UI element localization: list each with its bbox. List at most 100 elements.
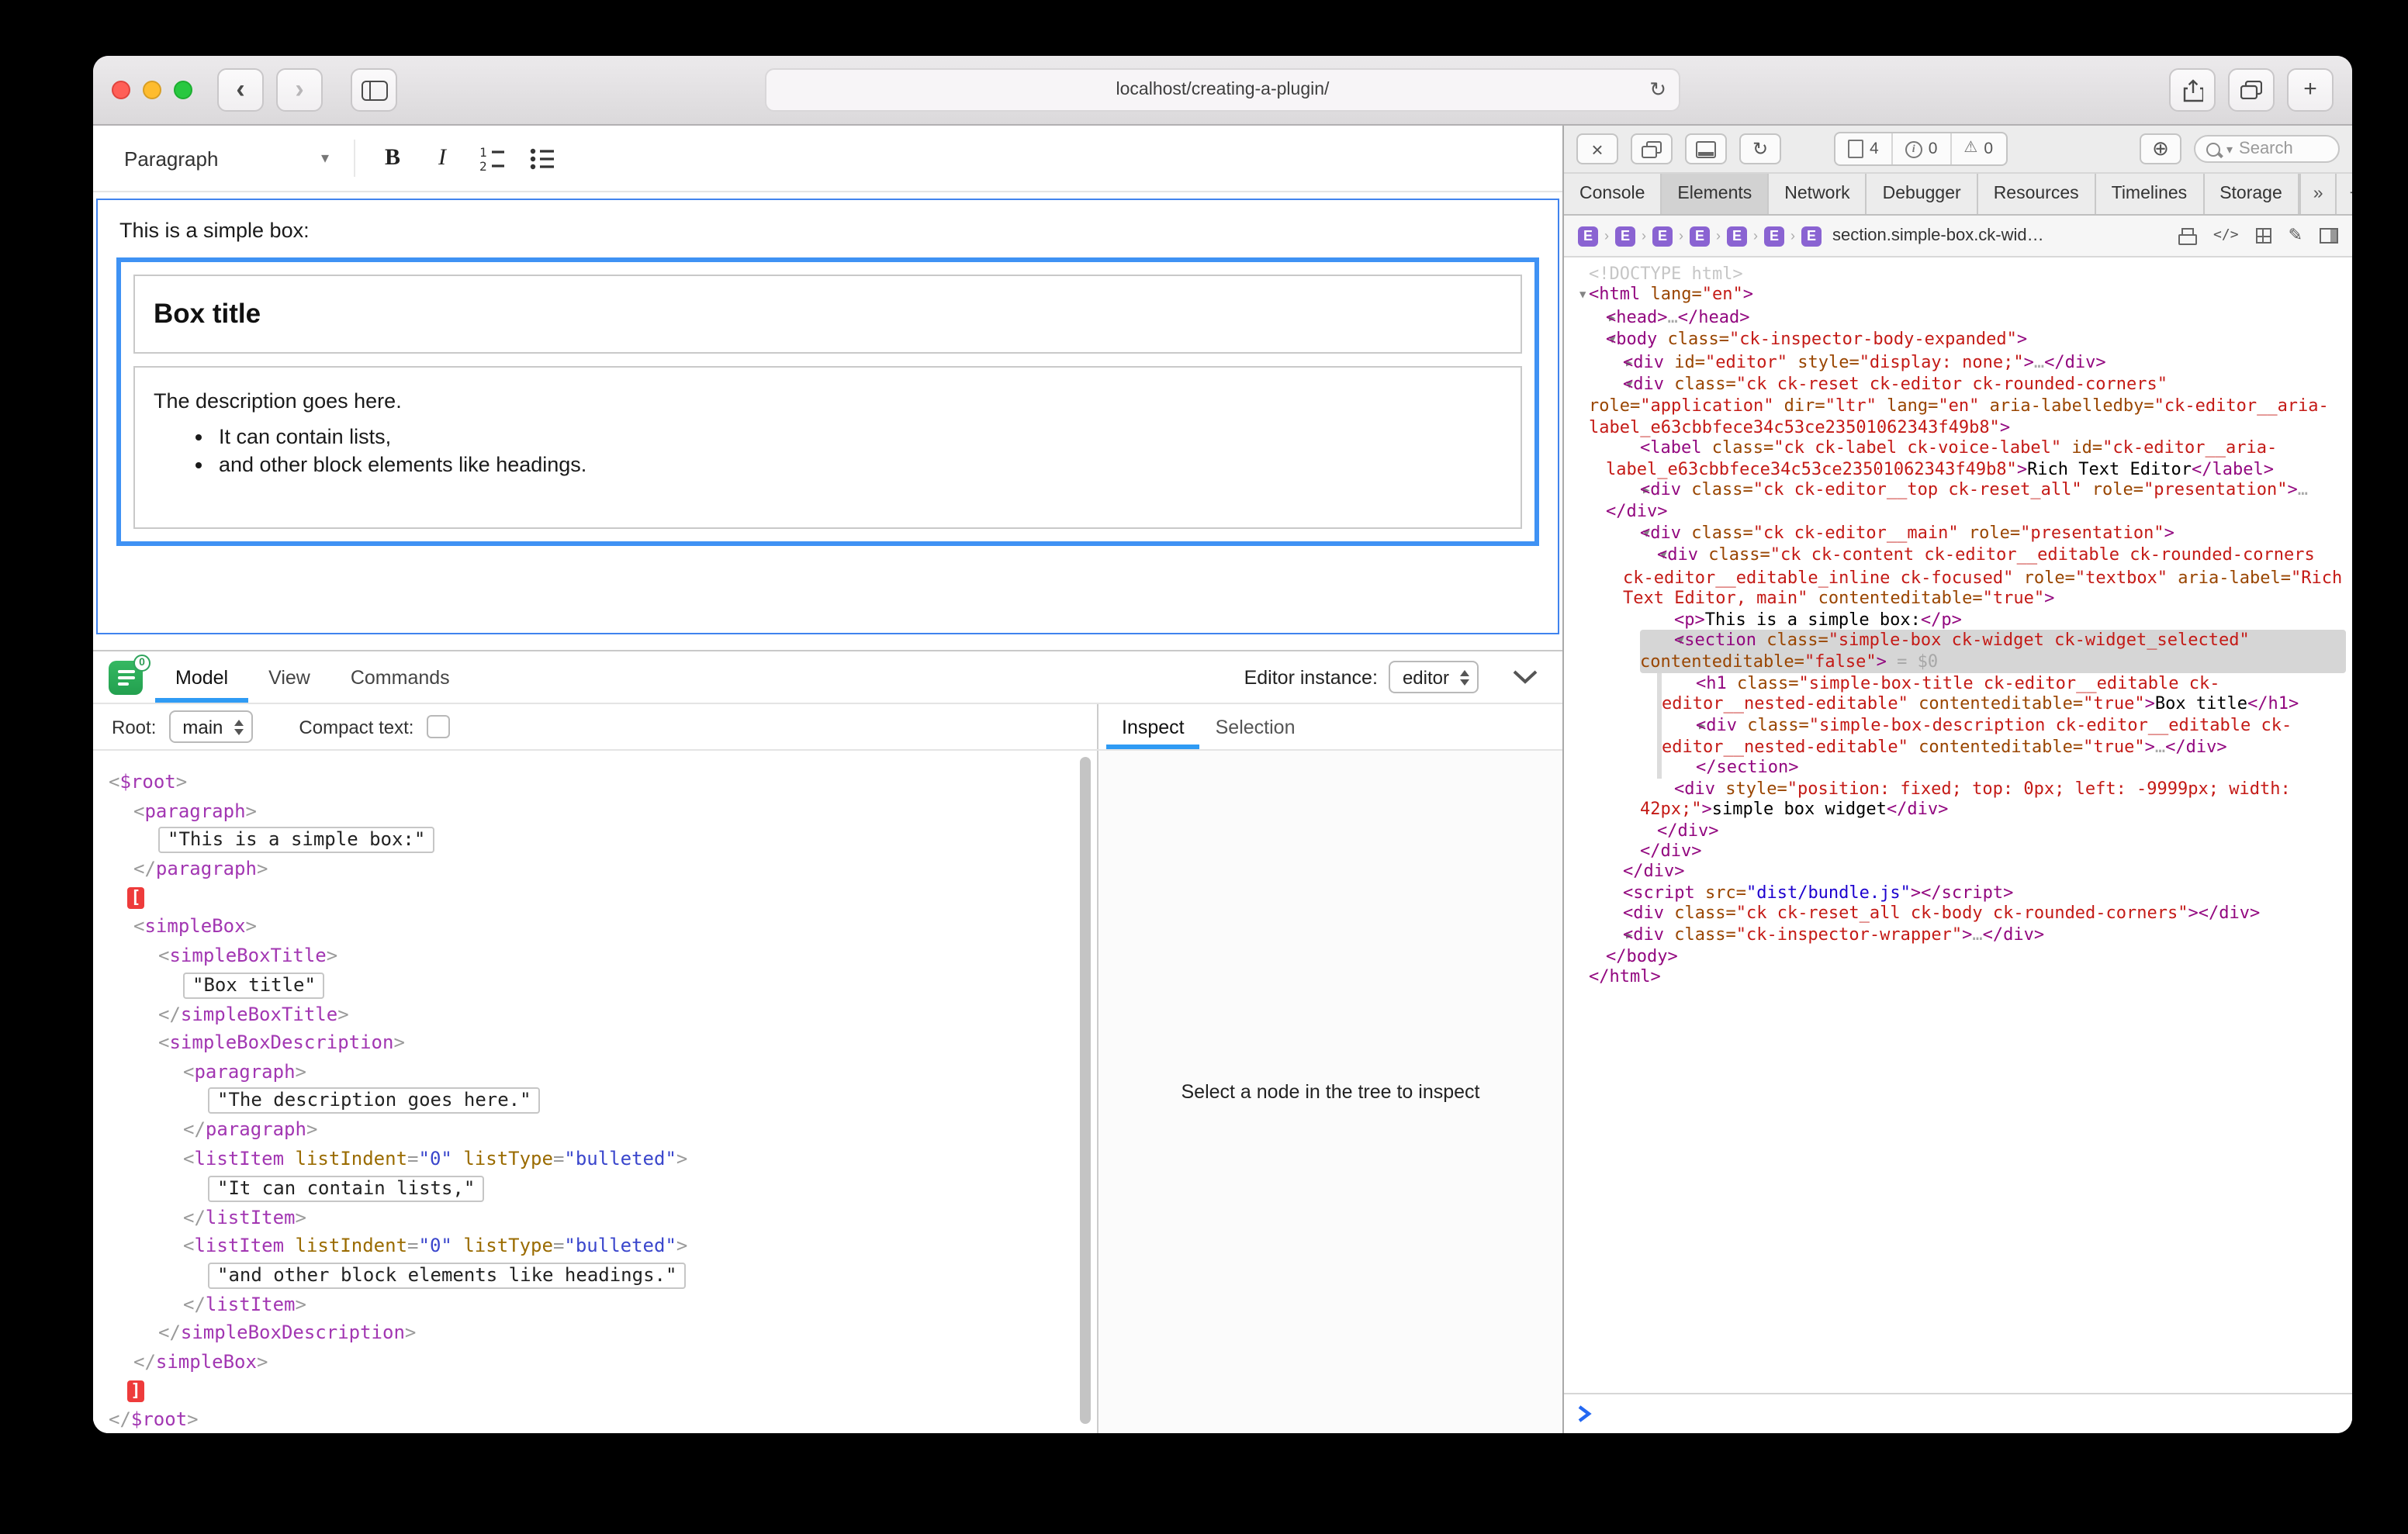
devtools-tab-timelines[interactable]: Timelines bbox=[2096, 174, 2205, 214]
model-tree-node[interactable]: <paragraph> bbox=[93, 1058, 1072, 1087]
simple-box-description[interactable]: The description goes here. It can contai… bbox=[133, 366, 1522, 529]
model-tree-node[interactable]: </listItem> bbox=[93, 1203, 1072, 1232]
dom-tree-node[interactable]: <div style="position: fixed; top: 0px; l… bbox=[1567, 779, 2346, 821]
inspector-tab-view[interactable]: View bbox=[248, 651, 330, 703]
reload-page-button[interactable]: ↻ bbox=[1739, 133, 1781, 164]
dom-tree-node[interactable]: ▶<div class="ck ck-editor__top ck-reset_… bbox=[1567, 479, 2346, 523]
back-button[interactable]: ‹ bbox=[217, 68, 264, 112]
description-list[interactable]: It can contain lists, and other block ele… bbox=[154, 425, 1502, 476]
pane-tab-selection[interactable]: Selection bbox=[1200, 704, 1311, 749]
inspector-tab-model[interactable]: Model bbox=[155, 651, 248, 703]
disclosure-triangle-icon[interactable]: ▼ bbox=[1607, 375, 1623, 396]
element-badge-icon[interactable]: E bbox=[1801, 226, 1822, 246]
disclosure-triangle-icon[interactable]: ▼ bbox=[1573, 286, 1589, 307]
dom-tree-node[interactable]: </body> bbox=[1567, 946, 2346, 967]
scrollbar-thumb[interactable] bbox=[1080, 757, 1091, 1424]
disclosure-triangle-icon[interactable]: ▶ bbox=[1607, 353, 1623, 374]
dom-tree-node[interactable]: ▼<div class="ck ck-editor__main" role="p… bbox=[1567, 523, 2346, 545]
model-tree-node[interactable]: "and other block elements like headings.… bbox=[93, 1260, 1072, 1290]
element-badge-icon[interactable]: E bbox=[1615, 226, 1635, 246]
console-prompt[interactable] bbox=[1564, 1393, 2352, 1433]
model-tree-node[interactable]: "The description goes here." bbox=[93, 1087, 1072, 1116]
model-tree-node[interactable]: <simpleBoxDescription> bbox=[93, 1028, 1072, 1057]
tab-overview-button[interactable] bbox=[2228, 68, 2275, 112]
root-select[interactable]: main bbox=[168, 710, 252, 743]
model-tree-node[interactable]: <listItem listIndent="0" listType="bulle… bbox=[93, 1145, 1072, 1173]
dom-tree-node[interactable]: </div> bbox=[1567, 862, 2346, 883]
element-badge-icon[interactable]: E bbox=[1764, 226, 1784, 246]
new-tab-button[interactable]: + bbox=[2287, 68, 2334, 112]
model-tree-node[interactable]: <paragraph> bbox=[93, 796, 1072, 825]
simple-box-widget[interactable]: Box title The description goes here. It … bbox=[116, 257, 1539, 546]
editor-paragraph[interactable]: This is a simple box: bbox=[119, 219, 1558, 242]
devtools-tab-network[interactable]: Network bbox=[1769, 174, 1867, 214]
collapse-inspector-button[interactable] bbox=[1503, 669, 1547, 686]
model-tree-node[interactable]: </$root> bbox=[93, 1405, 1072, 1433]
close-window-button[interactable] bbox=[112, 81, 130, 99]
forward-button[interactable]: › bbox=[276, 68, 323, 112]
model-tree-node[interactable]: </paragraph> bbox=[93, 855, 1072, 883]
address-bar[interactable]: localhost/creating-a-plugin/ ↻ bbox=[765, 68, 1680, 112]
reload-icon[interactable]: ↻ bbox=[1649, 78, 1666, 102]
dom-tree-node[interactable]: <!DOCTYPE html> bbox=[1567, 264, 2346, 285]
resource-count-badge[interactable]: 4 bbox=[1835, 133, 1893, 164]
editor-instance-select[interactable]: editor bbox=[1389, 661, 1479, 693]
element-badge-icon[interactable]: E bbox=[1727, 226, 1747, 246]
devtools-tab-resources[interactable]: Resources bbox=[1978, 174, 2096, 214]
disclosure-triangle-icon[interactable]: ▼ bbox=[1590, 330, 1606, 351]
warning-count-badge[interactable]: ⚠ 0 bbox=[1951, 133, 2005, 164]
paragraph-dropdown[interactable]: Paragraph ▾ bbox=[112, 139, 341, 178]
description-paragraph[interactable]: The description goes here. bbox=[154, 389, 1502, 413]
dom-tree-node[interactable]: ▼<section class="simple-box ck-widget ck… bbox=[1640, 630, 2346, 673]
devtools-tab-debugger[interactable]: Debugger bbox=[1867, 174, 1978, 214]
bold-button[interactable]: B bbox=[368, 135, 417, 181]
share-button[interactable] bbox=[2169, 68, 2216, 112]
numbered-list-button[interactable]: 12 bbox=[467, 135, 517, 181]
editor-list-item[interactable]: and other block elements like headings. bbox=[219, 453, 1502, 476]
simple-box-title[interactable]: Box title bbox=[133, 275, 1522, 354]
minimize-window-button[interactable] bbox=[143, 81, 161, 99]
show-source-icon[interactable]: </> bbox=[2213, 228, 2239, 244]
model-tree-node[interactable]: <simpleBox> bbox=[93, 913, 1072, 941]
element-badge-icon[interactable]: E bbox=[1578, 226, 1598, 246]
model-tree-scrollbar[interactable] bbox=[1078, 755, 1092, 1429]
model-tree-node[interactable]: "This is a simple box:" bbox=[93, 825, 1072, 855]
dom-tree-node[interactable]: ▼<div class="ck ck-reset ck-editor ck-ro… bbox=[1567, 374, 2346, 437]
model-tree-node[interactable]: </simpleBoxTitle> bbox=[93, 1000, 1072, 1028]
devtools-tab-storage[interactable]: Storage bbox=[2204, 174, 2299, 214]
disclosure-triangle-icon[interactable]: ▶ bbox=[1590, 309, 1606, 330]
dom-tree-node[interactable]: </section> bbox=[1657, 758, 2346, 779]
model-tree-node[interactable]: <$root> bbox=[93, 768, 1072, 796]
dom-tree-node[interactable]: <label class="ck ck-label ck-voice-label… bbox=[1567, 438, 2346, 480]
pane-tab-inspect[interactable]: Inspect bbox=[1106, 704, 1200, 749]
dock-side-button[interactable] bbox=[1685, 133, 1727, 164]
disclosure-triangle-icon[interactable]: ▼ bbox=[1624, 524, 1640, 545]
element-picker-button[interactable]: ⊕ bbox=[2140, 133, 2181, 164]
more-tabs-button[interactable]: » bbox=[2299, 174, 2336, 214]
detach-devtools-button[interactable] bbox=[1631, 133, 1673, 164]
dom-tree-node[interactable]: </div> bbox=[1567, 820, 2346, 841]
dom-tree-node[interactable]: </html> bbox=[1567, 967, 2346, 988]
dom-tree-node[interactable]: ▼<div class="ck ck-content ck-editor__ed… bbox=[1567, 545, 2346, 609]
model-tree-node[interactable]: ] bbox=[93, 1377, 1072, 1405]
dom-tree-node[interactable]: ▼<html lang="en"> bbox=[1567, 285, 2346, 307]
model-tree-node[interactable]: </simpleBox> bbox=[93, 1348, 1072, 1377]
editor-list-item[interactable]: It can contain lists, bbox=[219, 425, 1502, 448]
split-console-icon[interactable] bbox=[2320, 228, 2338, 244]
dom-tree-node[interactable]: ▼<body class="ck-inspector-body-expanded… bbox=[1567, 329, 2346, 351]
disclosure-triangle-icon[interactable]: ▶ bbox=[1624, 481, 1640, 502]
add-tab-button[interactable]: + bbox=[2336, 174, 2352, 214]
zoom-window-button[interactable] bbox=[174, 81, 192, 99]
inspector-tab-commands[interactable]: Commands bbox=[330, 651, 470, 703]
dom-tree-node[interactable]: <div class="ck ck-reset_all ck-body ck-r… bbox=[1567, 903, 2346, 924]
dom-tree-node[interactable]: ▶<div id="editor" style="display: none;"… bbox=[1567, 351, 2346, 374]
devtools-tab-elements[interactable]: Elements bbox=[1662, 174, 1769, 214]
model-tree-node[interactable]: <listItem listIndent="0" listType="bulle… bbox=[93, 1232, 1072, 1260]
model-tree-node[interactable]: </listItem> bbox=[93, 1290, 1072, 1318]
disclosure-triangle-icon[interactable]: ▼ bbox=[1642, 547, 1657, 568]
element-badge-icon[interactable]: E bbox=[1652, 226, 1673, 246]
model-tree-node[interactable]: "Box title" bbox=[93, 970, 1072, 1000]
edit-icon[interactable]: ✎ bbox=[2289, 227, 2302, 244]
dom-tree-node[interactable]: <h1 class="simple-box-title ck-editor__e… bbox=[1657, 672, 2346, 714]
error-count-badge[interactable]: i 0 bbox=[1893, 133, 1952, 164]
